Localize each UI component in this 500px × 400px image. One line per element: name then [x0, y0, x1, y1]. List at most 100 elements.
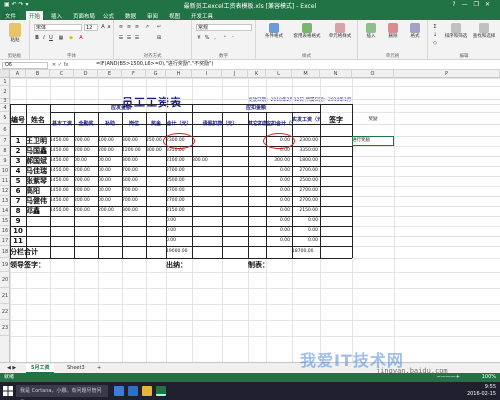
edge-icon[interactable] — [128, 386, 138, 396]
spreadsheet-grid[interactable]: ABCDEFGHIJKLMNOP 1 2 3 4 5 6 7 8 9 10 11 12 13 14 15 16… — [0, 70, 500, 362]
row-header[interactable]: 23 — [0, 320, 10, 336]
row-header[interactable]: 18 — [0, 246, 10, 258]
row-header[interactable]: 1 — [0, 78, 10, 86]
row-header[interactable]: 5 — [0, 112, 10, 124]
paste-button[interactable]: 粘贴 — [4, 23, 26, 43]
format-as-table-button[interactable]: 套用表格格式 — [290, 23, 324, 39]
italic-icon[interactable]: I — [41, 35, 47, 41]
column-header[interactable]: E — [98, 70, 122, 78]
align-bottom-icon[interactable]: ≡ — [134, 24, 140, 30]
column-header[interactable]: C — [50, 70, 74, 78]
tab-insert[interactable]: 插入 — [48, 11, 65, 20]
row-header[interactable]: 10 — [0, 166, 10, 176]
font-name-select[interactable]: 宋体 — [34, 24, 82, 31]
tab-review[interactable]: 审阅 — [144, 11, 161, 20]
column-header[interactable]: K — [248, 70, 266, 78]
cell-styles-button[interactable]: 单元格样式 — [324, 23, 356, 39]
cortana-search-box[interactable]: 我是 Cortana，小娜。有问题尽管问我。 — [16, 385, 108, 397]
column-header[interactable]: O — [352, 70, 394, 78]
shrink-font-icon[interactable]: a — [106, 24, 112, 30]
tab-home[interactable]: 开始 — [26, 11, 44, 20]
sheet-tab-sheet3[interactable]: Sheet3 — [62, 364, 90, 373]
font-size-select[interactable]: 12 — [84, 24, 98, 31]
decrease-decimal-icon[interactable]: ⁻ — [230, 35, 236, 41]
row-header[interactable]: 11 — [0, 176, 10, 186]
currency-icon[interactable]: ¥ — [196, 35, 202, 41]
merge-center-icon[interactable]: ⊞ — [156, 35, 162, 41]
font-color-icon[interactable]: A — [78, 35, 84, 41]
delete-button[interactable]: 删除 — [382, 23, 404, 39]
formula-input[interactable]: =IF(AND(B5>1500,L6>=0),"进行奖励","不奖励") — [96, 62, 496, 69]
tab-data[interactable]: 数据 — [122, 11, 139, 20]
row-header[interactable]: 20 — [0, 272, 10, 288]
align-left-icon[interactable]: ☰ — [118, 35, 124, 41]
align-top-icon[interactable]: ≡ — [118, 24, 124, 30]
sheet-nav-icon[interactable]: ◀ ▶ — [2, 364, 21, 373]
minimize-icon[interactable]: — — [462, 1, 474, 8]
fx-icon[interactable]: ✕ ✓ fx — [52, 62, 92, 69]
windows-start-icon[interactable] — [3, 386, 13, 396]
column-header[interactable]: I — [192, 70, 222, 78]
tab-developer[interactable]: 开发工具 — [188, 11, 216, 20]
row-header[interactable]: 6 — [0, 124, 10, 136]
row-header[interactable]: 16 — [0, 226, 10, 236]
increase-decimal-icon[interactable]: ⁺ — [222, 35, 228, 41]
number-format-select[interactable]: 常规 — [196, 24, 252, 31]
row-header[interactable]: 13 — [0, 196, 10, 206]
column-header[interactable]: L — [266, 70, 292, 78]
row-header[interactable]: 14 — [0, 206, 10, 216]
row-header[interactable]: 17 — [0, 236, 10, 246]
row-header[interactable]: 4 — [0, 104, 10, 112]
explorer-icon[interactable] — [142, 386, 152, 396]
insert-button[interactable]: 插入 — [360, 23, 382, 39]
add-sheet-button[interactable]: + — [92, 364, 106, 373]
align-middle-icon[interactable]: ≡ — [126, 24, 132, 30]
percent-icon[interactable]: % — [204, 35, 210, 41]
column-header[interactable]: J — [222, 70, 248, 78]
tab-formulas[interactable]: 公式 — [100, 11, 117, 20]
fill-icon[interactable]: ↓ — [432, 32, 438, 38]
column-header[interactable]: F — [122, 70, 146, 78]
task-view-icon[interactable] — [114, 386, 124, 396]
restore-icon[interactable]: ❐ — [474, 1, 485, 8]
name-box[interactable]: O6 — [2, 62, 48, 69]
sort-filter-button[interactable]: 排序和筛选 — [442, 23, 470, 39]
orientation-icon[interactable]: ↗ — [144, 24, 150, 30]
column-header[interactable]: P — [394, 70, 500, 78]
format-button[interactable]: 格式 — [404, 23, 426, 39]
find-select-button[interactable]: 查找和选择 — [470, 23, 498, 39]
window-controls[interactable]: ?—❐✕ — [452, 1, 496, 8]
column-header[interactable]: H — [166, 70, 192, 78]
row-header[interactable]: 21 — [0, 288, 10, 304]
tab-file[interactable]: 文件 — [2, 11, 20, 20]
row-header[interactable]: 8 — [0, 146, 10, 156]
conditional-format-button[interactable]: 条件格式 — [258, 23, 290, 39]
system-clock[interactable]: 9:55 2016-02-15 — [467, 384, 496, 398]
row-header[interactable]: 15 — [0, 216, 10, 226]
zoom-level[interactable]: 100% — [482, 373, 496, 382]
sheet-tab-may-salary[interactable]: 5月工资 — [26, 364, 55, 373]
column-header[interactable]: B — [26, 70, 50, 78]
comma-icon[interactable]: , — [212, 35, 218, 41]
align-right-icon[interactable]: ☰ — [134, 35, 140, 41]
tab-view[interactable]: 视图 — [166, 11, 183, 20]
fill-color-icon[interactable]: ◆ — [68, 35, 74, 41]
autosum-icon[interactable]: Σ — [432, 24, 438, 30]
bold-icon[interactable]: B — [34, 35, 40, 41]
excel-taskbar-icon[interactable] — [156, 386, 166, 396]
border-icon[interactable]: ▦ — [58, 35, 64, 41]
column-header[interactable]: M — [292, 70, 320, 78]
align-center-icon[interactable]: ☰ — [126, 35, 132, 41]
row-header[interactable]: 7 — [0, 136, 10, 146]
column-header[interactable]: G — [146, 70, 166, 78]
row-header[interactable]: 12 — [0, 186, 10, 196]
column-header[interactable]: N — [320, 70, 352, 78]
clear-icon[interactable]: ◇ — [432, 40, 438, 46]
row-header[interactable]: 19 — [0, 258, 10, 272]
row-header[interactable]: 22 — [0, 304, 10, 320]
tab-page-layout[interactable]: 页面布局 — [70, 11, 98, 20]
column-header[interactable]: A — [10, 70, 26, 78]
help-icon[interactable]: ? — [452, 1, 461, 8]
underline-icon[interactable]: U — [48, 35, 54, 41]
cells-area[interactable]: 员工工资表 发放日期：2018年2月12日 所属日期：2018年1月 编号 姓名应… — [10, 78, 500, 362]
